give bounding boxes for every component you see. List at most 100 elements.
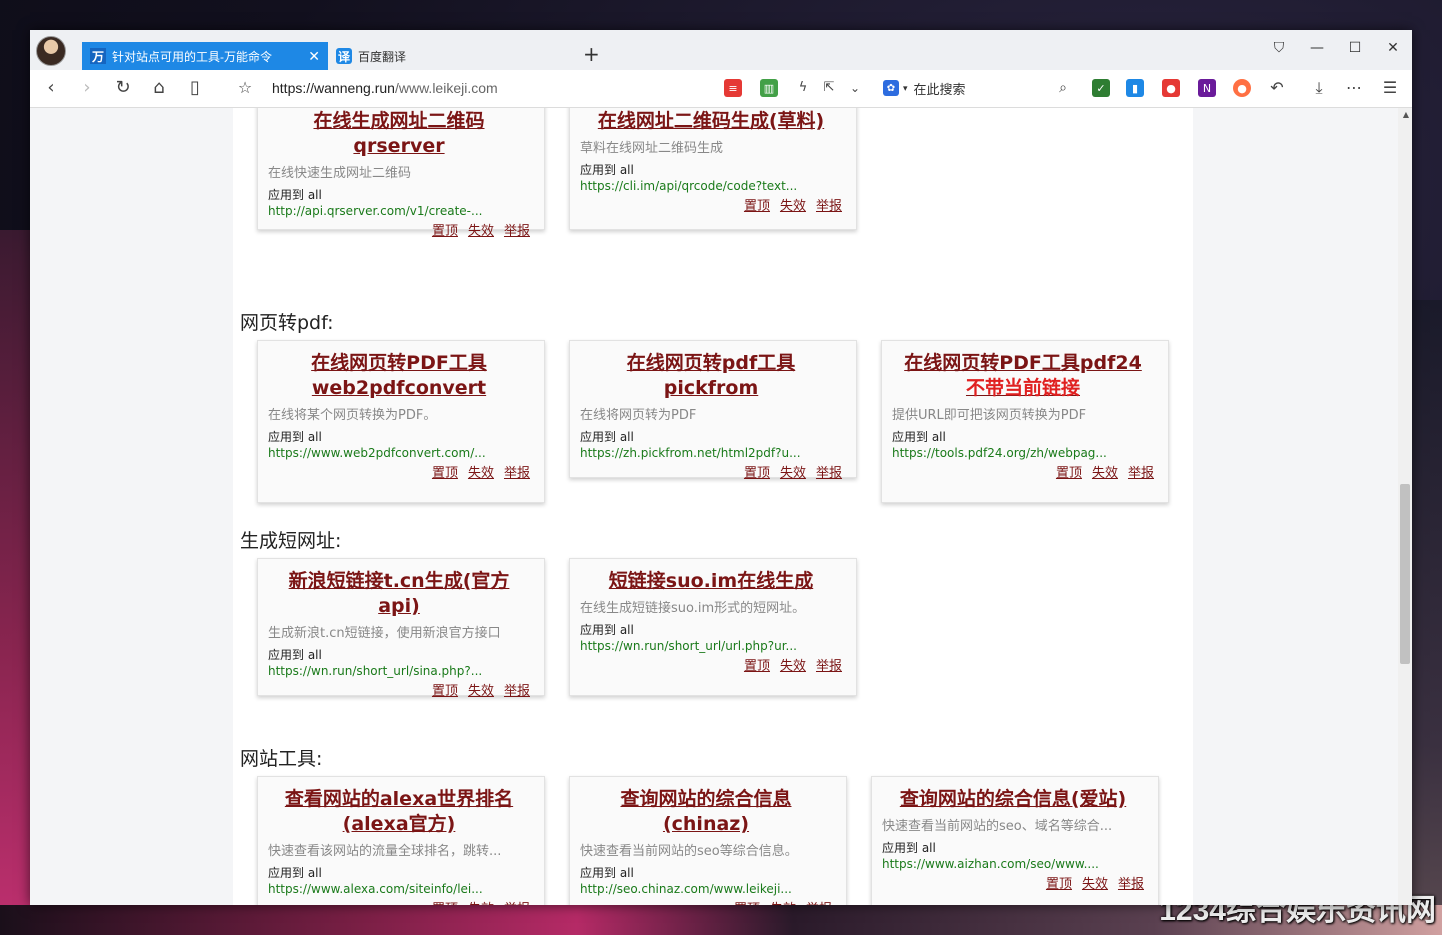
scrollbar-thumb[interactable] — [1400, 484, 1410, 664]
bookmark-star-icon[interactable]: ☆ — [234, 78, 256, 98]
tool-card-url[interactable]: https://www.aizhan.com/seo/www.... — [882, 856, 1144, 872]
report-link[interactable]: 举报 — [816, 659, 842, 674]
report-link[interactable]: 举报 — [1118, 877, 1144, 892]
tool-card-title[interactable]: 查询网站的综合信息(爱站) — [882, 787, 1144, 812]
scroll-up-arrow-icon[interactable]: ▲ — [1403, 110, 1409, 119]
maximize-button[interactable]: ☐ — [1345, 40, 1365, 56]
tool-card-url[interactable]: https://www.web2pdfconvert.com/... — [268, 445, 530, 461]
tool-card-title[interactable]: 查询网站的综合信息(chinaz) — [580, 787, 832, 837]
pin-top-link[interactable]: 置顶 — [734, 902, 760, 905]
tool-card-title[interactable]: 查看网站的alexa世界排名(alexa官方) — [268, 787, 530, 837]
tool-card-url[interactable]: https://wn.run/short_url/sina.php?... — [268, 663, 530, 679]
search-icon[interactable]: ⌕ — [1052, 78, 1074, 98]
mark-invalid-link[interactable]: 失效 — [468, 224, 494, 239]
pin-top-link[interactable]: 置顶 — [1046, 877, 1072, 892]
tool-card-url[interactable]: https://wn.run/short_url/url.php?ur... — [580, 638, 842, 654]
tab-active[interactable]: 万 针对站点可用的工具-万能命令 ✕ — [82, 42, 328, 70]
tool-card-title[interactable]: 在线网址二维码生成(草料) — [580, 109, 842, 134]
address-bar[interactable]: https://wanneng.run/www.leikeji.com — [272, 80, 498, 96]
report-link[interactable]: 举报 — [816, 466, 842, 481]
tool-card-url[interactable]: http://seo.chinaz.com/www.leikeji... — [580, 881, 832, 897]
menu-icon[interactable]: ☰ — [1379, 78, 1401, 98]
extension-book-icon[interactable]: ▥ — [760, 79, 778, 97]
extension-red-icon[interactable]: ≡ — [724, 79, 742, 97]
onenote-icon[interactable]: N — [1198, 79, 1216, 97]
tool-card-url[interactable]: https://www.alexa.com/siteinfo/lei... — [268, 881, 530, 897]
extension-orange-icon[interactable]: ● — [1233, 79, 1251, 97]
zip-extension-icon[interactable]: ▮ — [1126, 79, 1144, 97]
mark-invalid-link[interactable]: 失效 — [770, 902, 796, 905]
more-icon[interactable]: ⋯ — [1343, 78, 1365, 98]
tool-card-apply: 应用到 all — [268, 648, 322, 662]
pin-top-link[interactable]: 置顶 — [432, 466, 458, 481]
pin-top-link[interactable]: 置顶 — [744, 659, 770, 674]
tool-card-actions: 置顶失效举报 — [580, 658, 842, 676]
engine-dropdown-icon[interactable]: ▾ — [903, 83, 908, 94]
mark-invalid-link[interactable]: 失效 — [1082, 877, 1108, 892]
home-icon[interactable]: ⌂ — [148, 78, 170, 98]
minimize-button[interactable]: — — [1307, 40, 1327, 56]
tool-card-title[interactable]: 在线网页转PDF工具pdf24 不带当前链接 — [892, 351, 1154, 401]
pin-top-link[interactable]: 置顶 — [744, 199, 770, 214]
tool-card: 在线网页转PDF工具pdf24不带当前链接 提供URL即可把该网页转换为PDF … — [881, 340, 1169, 503]
tool-card-title[interactable]: 在线生成网址二维码qrserver — [268, 109, 530, 159]
shield-extension-icon[interactable]: ✓ — [1092, 79, 1110, 97]
mark-invalid-link[interactable]: 失效 — [468, 466, 494, 481]
forward-button[interactable]: › — [76, 78, 98, 98]
report-link[interactable]: 举报 — [1128, 466, 1154, 481]
tool-card-url[interactable]: http://api.qrserver.com/v1/create-... — [268, 203, 530, 219]
tool-card: 查看网站的alexa世界排名(alexa官方) 快速查看该网站的流量全球排名，跳… — [257, 776, 545, 905]
tool-card-desc: 提供URL即可把该网页转换为PDF — [892, 408, 1087, 423]
tab-close-icon[interactable]: ✕ — [308, 48, 320, 65]
pin-top-link[interactable]: 置顶 — [432, 684, 458, 699]
report-link[interactable]: 举报 — [806, 902, 832, 905]
tab-favicon-icon: 译 — [336, 48, 352, 64]
mark-invalid-link[interactable]: 失效 — [780, 199, 806, 214]
tool-card-title[interactable]: 新浪短链接t.cn生成(官方api) — [268, 569, 530, 619]
report-link[interactable]: 举报 — [504, 466, 530, 481]
shirt-skin-icon[interactable]: ⛉ — [1269, 40, 1289, 56]
mark-invalid-link[interactable]: 失效 — [468, 902, 494, 905]
tool-card-url[interactable]: https://cli.im/api/qrcode/code?text... — [580, 178, 842, 194]
pin-top-link[interactable]: 置顶 — [744, 466, 770, 481]
back-button[interactable]: ‹ — [40, 78, 62, 98]
tool-card-title[interactable]: 在线网页转PDF工具web2pdfconvert — [268, 351, 530, 401]
vertical-scrollbar[interactable]: ▲ — [1398, 108, 1412, 905]
new-tab-button[interactable]: + — [583, 42, 600, 66]
user-avatar[interactable] — [36, 36, 66, 66]
tool-card-title[interactable]: 在线网页转pdf工具pickfrom — [580, 351, 842, 401]
pin-top-link[interactable]: 置顶 — [432, 902, 458, 905]
tool-card-desc: 快速查看该网站的流量全球排名，跳转... — [268, 844, 502, 859]
share-icon[interactable]: ⇱ — [818, 78, 840, 98]
search-box[interactable]: ✿ ▾ 在此搜索 — [883, 76, 1073, 100]
notification-extension-icon[interactable]: ● — [1162, 79, 1180, 97]
mark-invalid-link[interactable]: 失效 — [1092, 466, 1118, 481]
mark-invalid-link[interactable]: 失效 — [780, 659, 806, 674]
tool-card-url[interactable]: https://zh.pickfrom.net/html2pdf?u... — [580, 445, 842, 461]
tool-card-title[interactable]: 短链接suo.im在线生成 — [580, 569, 842, 594]
download-icon[interactable]: ⤓ — [1308, 78, 1330, 98]
tool-card-actions: 置顶失效举报 — [882, 876, 1144, 894]
search-placeholder: 在此搜索 — [913, 81, 966, 97]
tool-card-desc: 快速查看当前网站的seo、域名等综合... — [882, 819, 1113, 834]
lightning-icon[interactable]: ϟ — [792, 78, 814, 98]
reload-icon[interactable]: ↻ — [112, 78, 134, 98]
tool-card-apply: 应用到 all — [580, 866, 634, 880]
close-window-button[interactable]: ✕ — [1383, 40, 1403, 56]
pin-top-link[interactable]: 置顶 — [1056, 466, 1082, 481]
tool-card-apply: 应用到 all — [268, 188, 322, 202]
undo-icon[interactable]: ↶ — [1266, 78, 1288, 98]
mark-invalid-link[interactable]: 失效 — [468, 684, 494, 699]
section-heading: 网站工具: — [240, 748, 323, 770]
report-link[interactable]: 举报 — [504, 684, 530, 699]
pin-top-link[interactable]: 置顶 — [432, 224, 458, 239]
tool-card-url[interactable]: https://tools.pdf24.org/zh/webpag... — [892, 445, 1154, 461]
search-engine-icon[interactable]: ✿ — [883, 80, 899, 96]
tab-inactive[interactable]: 译 百度翻译 — [330, 42, 570, 70]
reader-mode-icon[interactable]: ▯ — [184, 78, 206, 98]
chevron-down-icon[interactable]: ⌄ — [844, 78, 866, 98]
report-link[interactable]: 举报 — [816, 199, 842, 214]
report-link[interactable]: 举报 — [504, 902, 530, 905]
report-link[interactable]: 举报 — [504, 224, 530, 239]
mark-invalid-link[interactable]: 失效 — [780, 466, 806, 481]
